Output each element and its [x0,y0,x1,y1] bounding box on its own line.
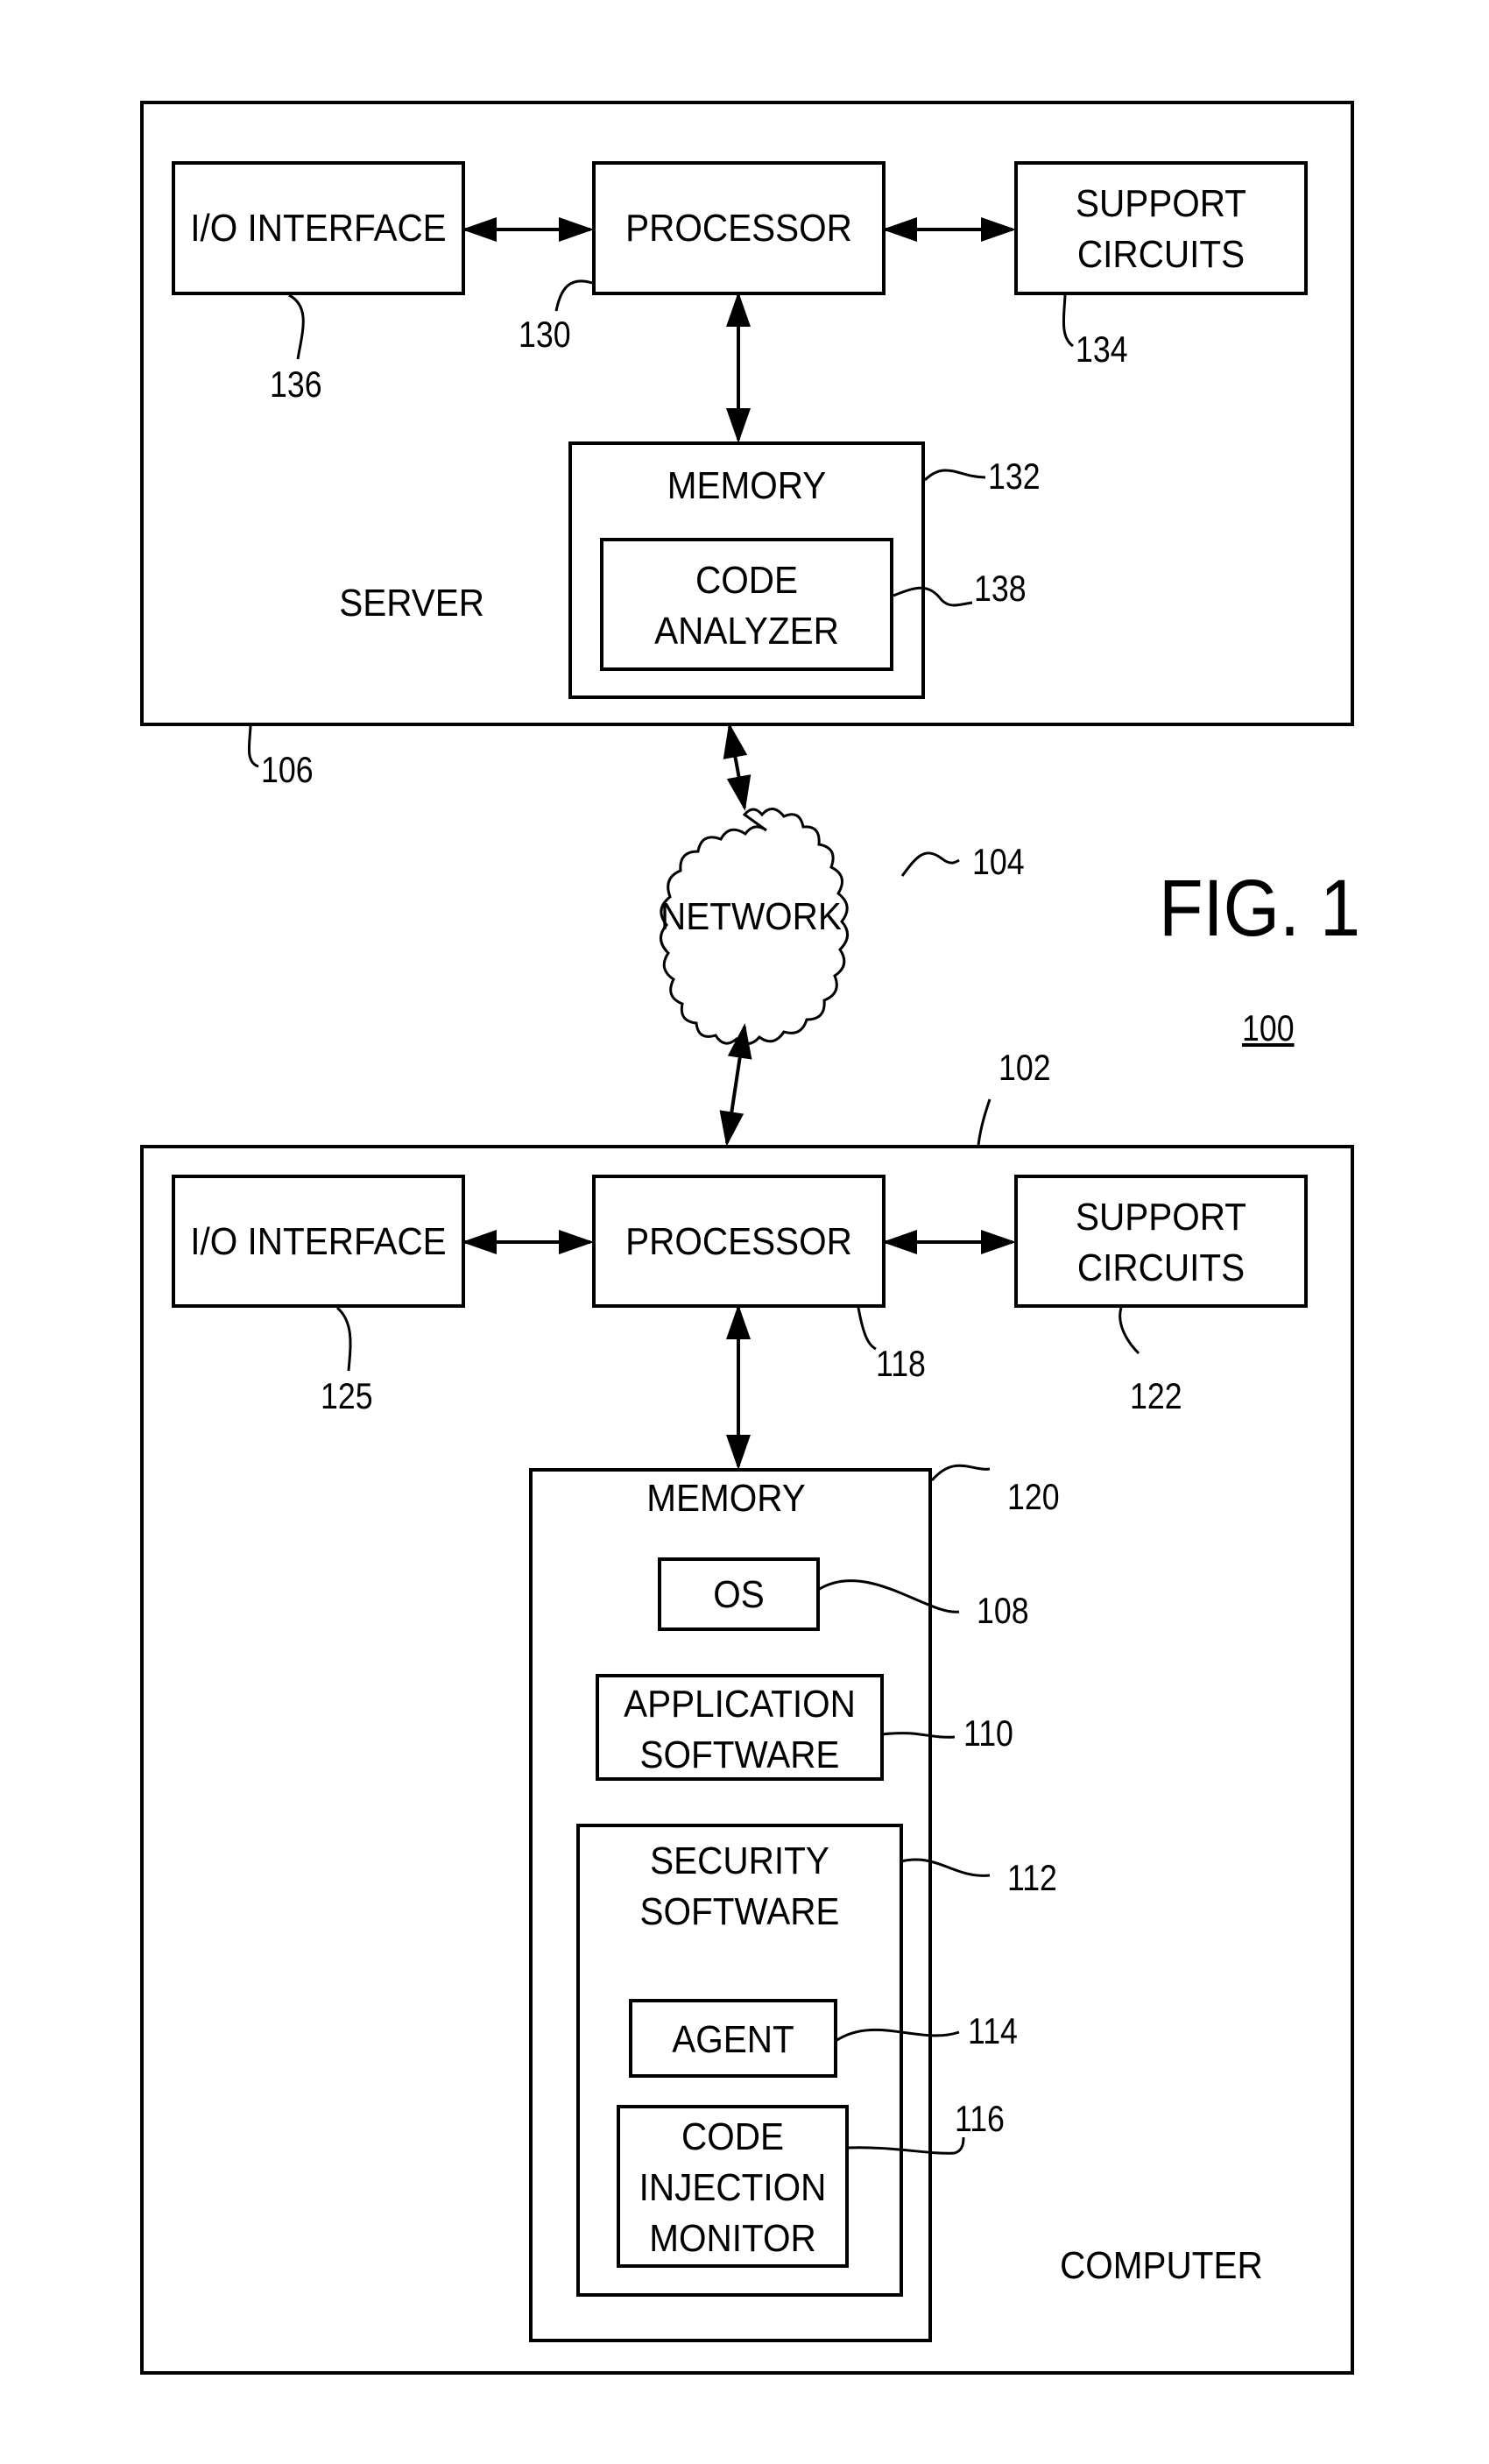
server-processor-box: PROCESSOR [592,161,886,295]
ref-112: 112 [1007,1857,1057,1898]
ref-114: 114 [968,2010,1018,2051]
computer-processor-label: PROCESSOR [625,1220,852,1263]
ref-108: 108 [977,1590,1029,1631]
ref-122: 122 [1130,1375,1182,1416]
server-label: SERVER [339,582,484,625]
server-support-circuits-box: SUPPORT CIRCUITS [1014,161,1308,295]
computer-support-circuits-box: SUPPORT CIRCUITS [1014,1175,1308,1308]
computer-label: COMPUTER [1060,2244,1263,2287]
ref-138: 138 [974,568,1027,609]
leader-104 [900,851,960,877]
ref-116: 116 [955,2098,1005,2139]
leader-102 [977,1098,991,1146]
arrow-server-network [723,723,752,811]
server-support-circuits-label: SUPPORT CIRCUITS [1076,182,1246,276]
code-injection-monitor-label: CODE INJECTION MONITOR [639,2115,827,2260]
server-io-interface-box: I/O INTERFACE [172,161,465,295]
code-analyzer-label: CODE ANALYZER [654,559,839,653]
application-software-label: APPLICATION SOFTWARE [624,1683,856,1776]
computer-support-circuits-label: SUPPORT CIRCUITS [1076,1196,1246,1289]
computer-memory-label: MEMORY [646,1477,806,1520]
ref-132: 132 [988,455,1041,497]
code-injection-monitor-box: CODE INJECTION MONITOR [617,2105,849,2268]
ref-130: 130 [519,314,571,355]
os-box: OS [658,1557,820,1631]
leader-106 [247,725,259,768]
ref-104: 104 [972,841,1025,882]
ref-102: 102 [999,1047,1051,1088]
computer-io-interface-label: I/O INTERFACE [190,1220,447,1263]
ref-134: 134 [1076,328,1128,370]
arrow-network-computer [719,1023,752,1147]
server-io-interface-label: I/O INTERFACE [190,207,447,250]
network-label: NETWORK [660,895,842,938]
server-memory-label: MEMORY [667,464,827,507]
code-analyzer-box: CODE ANALYZER [600,538,893,671]
os-label: OS [713,1573,765,1616]
agent-box: AGENT [629,1999,837,2078]
ref-125: 125 [321,1375,373,1416]
server-processor-label: PROCESSOR [625,207,852,250]
ref-120: 120 [1007,1476,1060,1517]
agent-label: AGENT [672,2018,794,2061]
ref-118: 118 [876,1343,926,1384]
ref-100: 100 [1242,1007,1295,1048]
figure-title: FIG. 1 [1159,864,1361,953]
computer-processor-box: PROCESSOR [592,1175,886,1308]
ref-106: 106 [261,749,314,790]
application-software-box: APPLICATION SOFTWARE [596,1674,884,1781]
ref-110: 110 [963,1712,1013,1754]
security-software-label: SECURITY SOFTWARE [639,1839,840,1933]
ref-136: 136 [270,364,322,405]
computer-io-interface-box: I/O INTERFACE [172,1175,465,1308]
